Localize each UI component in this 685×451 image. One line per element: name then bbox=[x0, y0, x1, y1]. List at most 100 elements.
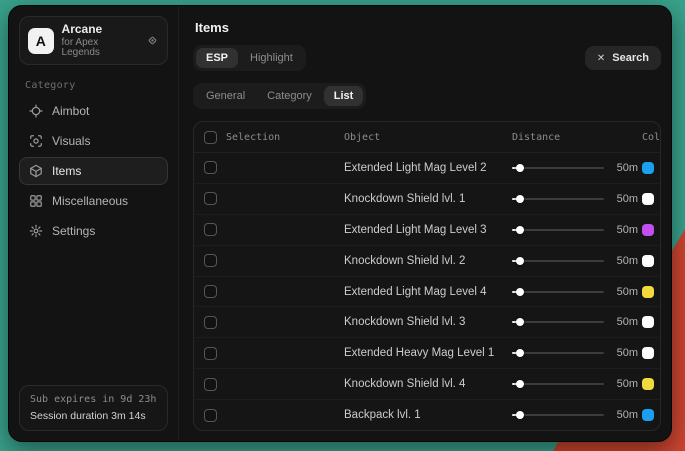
search-button[interactable]: ✕ Search bbox=[585, 46, 661, 70]
slider-thumb[interactable] bbox=[516, 349, 524, 357]
row-checkbox[interactable] bbox=[204, 161, 217, 174]
sidebar-section-label: Category bbox=[25, 80, 162, 91]
table-body: Extended Light Mag Level 250mKnockdown S… bbox=[194, 153, 660, 430]
row-checkbox[interactable] bbox=[204, 223, 217, 236]
slider-thumb[interactable] bbox=[516, 257, 524, 265]
distance-value: 50m bbox=[604, 193, 642, 205]
row-checkbox[interactable] bbox=[204, 192, 217, 205]
color-swatch[interactable] bbox=[642, 224, 654, 236]
distance-value: 50m bbox=[604, 347, 642, 359]
color-swatch[interactable] bbox=[642, 378, 654, 390]
sidebar-item-aimbot[interactable]: Aimbot bbox=[19, 97, 168, 125]
main-panel: Items ESPHighlight ✕ Search GeneralCateg… bbox=[179, 6, 671, 441]
scan-eye-icon bbox=[29, 134, 43, 148]
sidebar-item-miscellaneous[interactable]: Miscellaneous bbox=[19, 187, 168, 215]
row-checkbox[interactable] bbox=[204, 254, 217, 267]
slider-thumb[interactable] bbox=[516, 411, 524, 419]
table-row: Knockdown Shield lvl. 150m bbox=[194, 184, 660, 215]
sidebar-item-label: Visuals bbox=[52, 134, 90, 148]
row-checkbox[interactable] bbox=[204, 378, 217, 391]
object-name: Knockdown Shield lvl. 2 bbox=[344, 255, 512, 267]
session-duration-text: Session duration 3m 14s bbox=[30, 410, 157, 422]
brand-card: A Arcane for Apex Legends bbox=[19, 16, 168, 65]
object-name: Extended Light Mag Level 2 bbox=[344, 162, 512, 174]
view-row: GeneralCategoryList bbox=[193, 83, 661, 109]
object-name: Backpack lvl. 1 bbox=[344, 409, 512, 421]
grid-icon bbox=[29, 194, 43, 208]
object-name: Knockdown Shield lvl. 4 bbox=[344, 378, 512, 390]
header-color: Color bbox=[642, 132, 661, 143]
distance-value: 50m bbox=[604, 409, 642, 421]
slider-thumb[interactable] bbox=[516, 288, 524, 296]
color-swatch[interactable] bbox=[642, 193, 654, 205]
view-tab-list[interactable]: List bbox=[324, 86, 364, 106]
brand-logo: A bbox=[28, 28, 54, 54]
table-row: Knockdown Shield lvl. 350m bbox=[194, 307, 660, 338]
page-title: Items bbox=[195, 20, 661, 35]
distance-value: 50m bbox=[604, 378, 642, 390]
table-row: Knockdown Shield lvl. 250m bbox=[194, 246, 660, 277]
sidebar-item-items[interactable]: Items bbox=[19, 157, 168, 185]
sidebar: A Arcane for Apex Legends Category Aimbo… bbox=[9, 6, 179, 441]
brand-text: Arcane for Apex Legends bbox=[62, 23, 138, 58]
sidebar-item-label: Items bbox=[52, 164, 81, 178]
table-row: Extended Light Mag Level 3 50m bbox=[194, 215, 660, 246]
color-swatch[interactable] bbox=[642, 255, 654, 267]
session-info-card: Sub expires in 9d 23h Session duration 3… bbox=[19, 385, 168, 431]
distance-slider[interactable] bbox=[512, 193, 604, 205]
select-all-checkbox[interactable] bbox=[204, 131, 217, 144]
slider-thumb[interactable] bbox=[516, 164, 524, 172]
view-tab-general[interactable]: General bbox=[196, 86, 255, 106]
table-row: Knockdown Shield lvl. 4 50m bbox=[194, 369, 660, 400]
view-tab-category[interactable]: Category bbox=[257, 86, 322, 106]
slider-thumb[interactable] bbox=[516, 380, 524, 388]
color-swatch[interactable] bbox=[642, 162, 654, 174]
sidebar-item-settings[interactable]: Settings bbox=[19, 217, 168, 245]
object-name: Extended Heavy Mag Level 1 bbox=[344, 347, 512, 359]
row-checkbox[interactable] bbox=[204, 285, 217, 298]
distance-slider[interactable] bbox=[512, 286, 604, 298]
distance-value: 50m bbox=[604, 316, 642, 328]
table-row: Extended Light Mag Level 450m bbox=[194, 277, 660, 308]
search-button-label: Search bbox=[612, 52, 649, 64]
brand-subtitle: for Apex Legends bbox=[62, 38, 138, 58]
slider-thumb[interactable] bbox=[516, 318, 524, 326]
row-checkbox[interactable] bbox=[204, 409, 217, 422]
tab-esp[interactable]: ESP bbox=[196, 48, 238, 68]
view-tab-group: GeneralCategoryList bbox=[193, 83, 366, 109]
diamond-badge-icon[interactable] bbox=[146, 34, 159, 47]
items-table: Selection Object Distance Color Extended… bbox=[193, 121, 661, 431]
mode-tab-group: ESPHighlight bbox=[193, 45, 306, 71]
slider-thumb[interactable] bbox=[516, 226, 524, 234]
distance-slider[interactable] bbox=[512, 378, 604, 390]
distance-value: 50m bbox=[604, 224, 642, 236]
app-window: A Arcane for Apex Legends Category Aimbo… bbox=[8, 5, 672, 442]
crosshair-icon bbox=[29, 104, 43, 118]
distance-slider[interactable] bbox=[512, 162, 604, 174]
table-row: Backpack lvl. 1 50m bbox=[194, 400, 660, 430]
color-swatch[interactable] bbox=[642, 316, 654, 328]
header-object: Object bbox=[344, 132, 512, 143]
distance-slider[interactable] bbox=[512, 255, 604, 267]
distance-value: 50m bbox=[604, 162, 642, 174]
subscription-expiry-text: Sub expires in 9d 23h bbox=[30, 394, 157, 405]
row-checkbox[interactable] bbox=[204, 316, 217, 329]
x-icon: ✕ bbox=[597, 53, 605, 64]
tab-highlight[interactable]: Highlight bbox=[240, 48, 303, 68]
color-swatch[interactable] bbox=[642, 286, 654, 298]
color-swatch[interactable] bbox=[642, 409, 654, 421]
object-name: Extended Light Mag Level 4 bbox=[344, 286, 512, 298]
distance-slider[interactable] bbox=[512, 316, 604, 328]
color-swatch[interactable] bbox=[642, 347, 654, 359]
row-checkbox[interactable] bbox=[204, 347, 217, 360]
header-distance: Distance bbox=[512, 132, 604, 143]
slider-thumb[interactable] bbox=[516, 195, 524, 203]
sidebar-item-label: Aimbot bbox=[52, 104, 89, 118]
distance-slider[interactable] bbox=[512, 409, 604, 421]
distance-slider[interactable] bbox=[512, 347, 604, 359]
object-name: Extended Light Mag Level 3 bbox=[344, 224, 512, 236]
distance-slider[interactable] bbox=[512, 224, 604, 236]
sidebar-item-visuals[interactable]: Visuals bbox=[19, 127, 168, 155]
sidebar-item-label: Settings bbox=[52, 224, 95, 238]
sidebar-item-label: Miscellaneous bbox=[52, 194, 128, 208]
